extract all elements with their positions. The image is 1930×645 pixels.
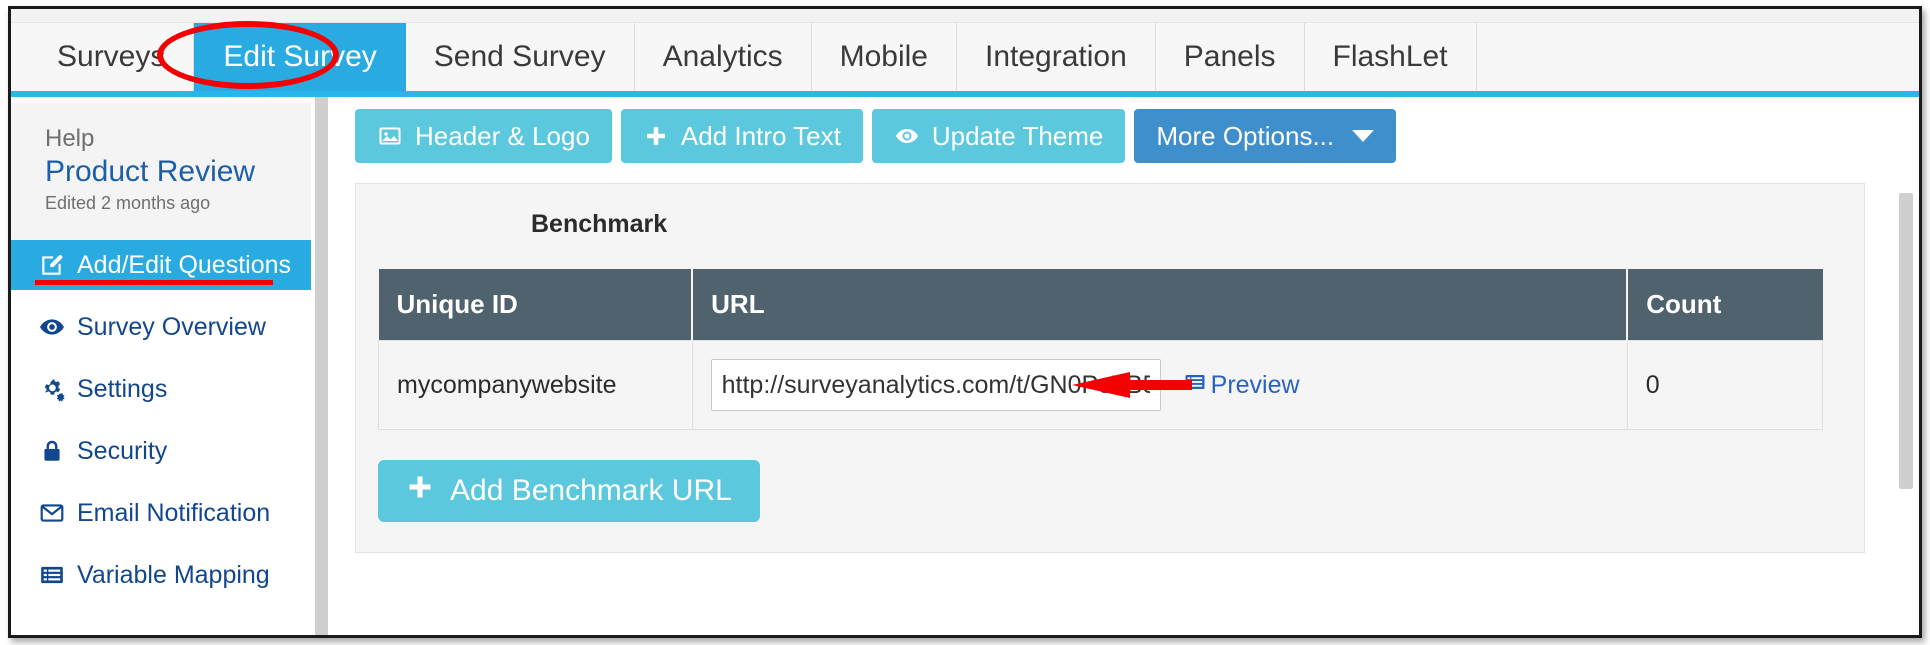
sidebar-item-label: Security — [77, 436, 168, 465]
preview-link[interactable]: Preview — [1183, 370, 1300, 401]
cell-url: Preview — [691, 340, 1628, 430]
benchmark-panel: Benchmark Unique ID URL Count mycompanyw… — [355, 183, 1865, 553]
survey-sidebar: Help Product Review Edited 2 months ago … — [11, 97, 311, 635]
tab-integration[interactable]: Integration — [956, 23, 1156, 91]
survey-toolbar: Header & Logo Add Intro Text Update Them… — [355, 109, 1919, 163]
chevron-down-icon — [1352, 130, 1375, 142]
table-row: mycompanywebsite http://surveyanalytics.… — [378, 340, 1824, 430]
add-benchmark-url-button[interactable]: Add Benchmark URL — [378, 460, 760, 522]
sidebar-item-label: Add/Edit Questions — [77, 250, 292, 279]
main-content: Header & Logo Add Intro Text Update Them… — [333, 97, 1919, 635]
button-label: More Options... — [1156, 120, 1335, 151]
tab-label: Analytics — [662, 40, 783, 73]
eye-icon — [894, 123, 920, 149]
sidebar-item-settings[interactable]: Settings — [11, 364, 311, 414]
sidebar-item-label: Variable Mapping — [77, 560, 270, 589]
sidebar-item-security[interactable]: Security — [11, 426, 311, 476]
sidebar-item-label: Survey Overview — [77, 312, 266, 341]
tab-label: Integration — [984, 40, 1127, 73]
benchmark-url-input[interactable] — [710, 359, 1161, 411]
tab-analytics[interactable]: Analytics — [634, 23, 812, 91]
benchmark-table: Unique ID URL Count mycompanywebsite htt… — [378, 269, 1824, 430]
sidebar-item-label: Settings — [77, 374, 168, 403]
envelope-icon — [39, 500, 65, 526]
table-list-icon — [1183, 370, 1207, 401]
preview-link-label: Preview — [1210, 370, 1300, 399]
tab-label: Edit Survey — [223, 40, 377, 73]
sidebar-item-label: Email Notification — [77, 498, 271, 527]
header-logo-button[interactable]: Header & Logo — [355, 109, 612, 163]
sidebar-item-add-edit-questions[interactable]: Add/Edit Questions — [11, 240, 311, 290]
tab-label: FlashLet — [1332, 40, 1448, 73]
sidebar-scrollbar-track[interactable] — [315, 97, 328, 635]
sidebar-item-variable-mapping[interactable]: Variable Mapping — [11, 550, 311, 600]
button-label: Add Benchmark URL — [450, 474, 732, 507]
column-header-unique-id: Unique ID — [378, 269, 694, 341]
button-label: Add Intro Text — [680, 120, 841, 151]
tab-label: Panels — [1183, 40, 1276, 73]
tabbar-top-strip — [11, 9, 1919, 23]
tab-mobile[interactable]: Mobile — [811, 23, 957, 91]
survey-edited-timestamp: Edited 2 months ago — [45, 193, 211, 213]
add-intro-text-button[interactable]: Add Intro Text — [620, 109, 863, 163]
benchmark-table-head: Unique ID URL Count — [378, 269, 1823, 341]
cell-unique-id: mycompanywebsite — [378, 340, 693, 430]
add-benchmark-wrapper: Add Benchmark URL — [356, 430, 1864, 522]
sidebar-item-email-notification[interactable]: Email Notification — [11, 488, 311, 538]
more-options-button[interactable]: More Options... — [1134, 109, 1397, 163]
update-theme-button[interactable]: Update Theme — [871, 109, 1126, 163]
eye-icon — [39, 314, 65, 340]
tab-label: Send Survey — [433, 40, 606, 73]
cell-count: 0 — [1626, 340, 1824, 430]
sidebar-header: Help Product Review Edited 2 months ago — [11, 103, 311, 240]
content-body: Help Product Review Edited 2 months ago … — [11, 97, 1919, 635]
survey-title: Product Review — [45, 155, 256, 188]
benchmark-table-body: mycompanywebsite http://surveyanalytics.… — [378, 340, 1824, 430]
sidebar-help-label: Help — [45, 125, 95, 152]
tab-panels[interactable]: Panels — [1155, 23, 1305, 91]
button-label: Header & Logo — [415, 120, 590, 151]
sidebar-item-survey-overview[interactable]: Survey Overview — [11, 302, 311, 352]
column-header-count: Count — [1627, 269, 1823, 341]
edit-square-icon — [39, 252, 65, 278]
tab-flashlet[interactable]: FlashLet — [1304, 23, 1477, 91]
table-header-row: Unique ID URL Count — [378, 269, 1823, 341]
lock-icon — [39, 438, 65, 464]
main-scrollbar[interactable] — [1899, 193, 1913, 489]
browser-window: Surveys Edit Survey Send Survey Analytic… — [8, 6, 1922, 638]
tab-label: Mobile — [839, 40, 928, 73]
panel-title: Benchmark — [531, 210, 668, 238]
tab-surveys[interactable]: Surveys — [29, 23, 195, 91]
plus-icon — [406, 473, 434, 509]
column-header-url: URL — [692, 269, 1629, 341]
url-cell-inner: Preview — [710, 359, 1627, 411]
button-label: Update Theme — [931, 120, 1104, 151]
tab-label: Surveys — [57, 40, 166, 73]
list-icon — [39, 562, 65, 588]
annotation-underline-add-edit-questions — [35, 280, 273, 285]
sidebar-scrollbar[interactable] — [311, 97, 333, 635]
image-icon — [377, 123, 403, 149]
tab-send-survey[interactable]: Send Survey — [405, 23, 635, 91]
gears-icon — [39, 376, 65, 402]
tab-edit-survey[interactable]: Edit Survey — [194, 23, 406, 91]
plus-icon — [643, 123, 669, 149]
primary-tab-bar: Surveys Edit Survey Send Survey Analytic… — [11, 9, 1919, 97]
